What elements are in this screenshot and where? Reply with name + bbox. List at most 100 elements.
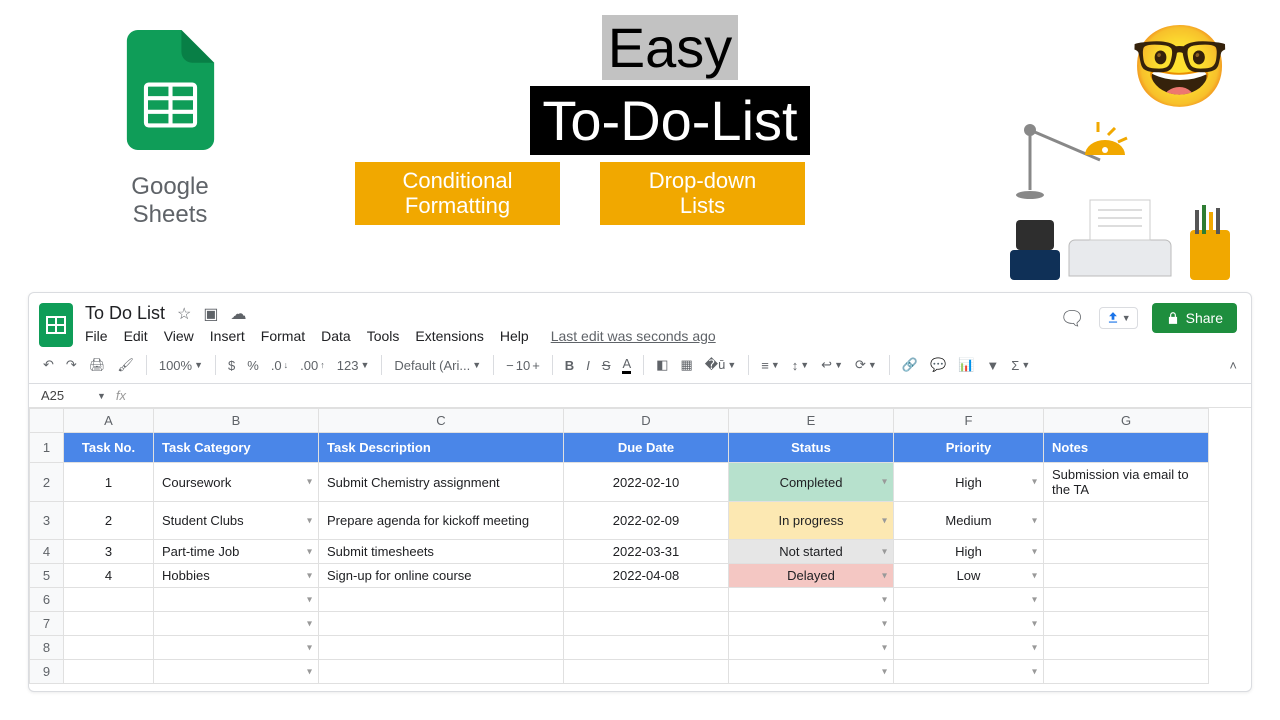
cell-empty[interactable] (319, 588, 564, 612)
decrease-decimal[interactable]: .0↓ (271, 358, 288, 373)
cell-empty[interactable] (154, 636, 319, 660)
col-header-E[interactable]: E (729, 409, 894, 433)
cell-empty[interactable] (729, 660, 894, 684)
cell-empty[interactable] (1044, 588, 1209, 612)
cell-priority[interactable]: Low (894, 564, 1044, 588)
italic-icon[interactable]: I (586, 358, 590, 373)
cell-empty[interactable] (564, 612, 729, 636)
cell-task-no[interactable]: 4 (64, 564, 154, 588)
move-to-folder-icon[interactable]: ▣ (203, 304, 218, 324)
cell-notes[interactable] (1044, 502, 1209, 540)
row-header-1[interactable]: 1 (30, 433, 64, 463)
cell-due-date[interactable]: 2022-02-09 (564, 502, 729, 540)
undo-icon[interactable]: ↶ (43, 357, 54, 373)
col-header-G[interactable]: G (1044, 409, 1209, 433)
cell-empty[interactable] (64, 660, 154, 684)
header-cell[interactable]: Task Description (319, 433, 564, 463)
cloud-status-icon[interactable]: ☁ (231, 304, 247, 324)
header-cell[interactable]: Status (729, 433, 894, 463)
header-cell[interactable]: Task No. (64, 433, 154, 463)
cell-status[interactable]: Delayed (729, 564, 894, 588)
cell-empty[interactable] (1044, 612, 1209, 636)
star-icon[interactable]: ☆ (177, 304, 191, 324)
document-title[interactable]: To Do List (85, 303, 165, 324)
font-size-select[interactable]: − 10 + (506, 358, 540, 373)
wrap-icon[interactable]: ↩▼ (821, 357, 843, 373)
format-percent[interactable]: % (247, 358, 259, 373)
increase-decimal[interactable]: .00↑ (300, 358, 325, 373)
cell-empty[interactable] (1044, 660, 1209, 684)
font-select[interactable]: Default (Ari... ▼ (394, 358, 481, 373)
menu-data[interactable]: Data (321, 328, 351, 344)
cell-notes[interactable] (1044, 540, 1209, 564)
h-align-icon[interactable]: ≡▼ (761, 358, 780, 373)
menu-view[interactable]: View (164, 328, 194, 344)
row-header-4[interactable]: 4 (30, 540, 64, 564)
cell-status[interactable]: In progress (729, 502, 894, 540)
row-header-5[interactable]: 5 (30, 564, 64, 588)
header-cell[interactable]: Due Date (564, 433, 729, 463)
rotate-icon[interactable]: ⟳▼ (855, 357, 877, 373)
cell-empty[interactable] (894, 612, 1044, 636)
cell-empty[interactable] (319, 636, 564, 660)
cell-empty[interactable] (64, 612, 154, 636)
menu-tools[interactable]: Tools (367, 328, 400, 344)
row-header-8[interactable]: 8 (30, 636, 64, 660)
cell-empty[interactable] (564, 660, 729, 684)
borders-icon[interactable]: ▦ (680, 357, 692, 373)
cell-category[interactable]: Student Clubs (154, 502, 319, 540)
number-format-select[interactable]: 123▼ (337, 358, 370, 373)
comments-icon[interactable]: 🗨 (1059, 306, 1084, 331)
cell-status[interactable]: Not started (729, 540, 894, 564)
menu-insert[interactable]: Insert (210, 328, 245, 344)
merge-cells-icon[interactable]: �ū ▼ (705, 357, 736, 373)
format-currency[interactable]: $ (228, 358, 235, 373)
row-header-6[interactable]: 6 (30, 588, 64, 612)
cell-empty[interactable] (729, 636, 894, 660)
cell-empty[interactable] (729, 588, 894, 612)
cell-empty[interactable] (1044, 636, 1209, 660)
bold-icon[interactable]: B (565, 358, 574, 373)
chart-icon[interactable]: 📊 (958, 357, 974, 373)
col-header-D[interactable]: D (564, 409, 729, 433)
cell-priority[interactable]: High (894, 540, 1044, 564)
cell-category[interactable]: Hobbies (154, 564, 319, 588)
cell-empty[interactable] (894, 588, 1044, 612)
cell-description[interactable]: Submit timesheets (319, 540, 564, 564)
present-button[interactable]: ▼ (1099, 307, 1138, 329)
comment-icon[interactable]: 💬 (930, 357, 946, 373)
menu-file[interactable]: File (85, 328, 108, 344)
cell-notes[interactable]: Submission via email to the TA (1044, 463, 1209, 502)
spreadsheet-grid[interactable]: ABCDEFG1Task No.Task CategoryTask Descri… (29, 408, 1251, 684)
menu-edit[interactable]: Edit (124, 328, 148, 344)
menu-format[interactable]: Format (261, 328, 305, 344)
row-header-2[interactable]: 2 (30, 463, 64, 502)
cell-priority[interactable]: High (894, 463, 1044, 502)
select-all-corner[interactable] (30, 409, 64, 433)
fill-color-icon[interactable]: ◧ (656, 357, 668, 373)
cell-empty[interactable] (564, 636, 729, 660)
cell-description[interactable]: Sign-up for online course (319, 564, 564, 588)
paint-format-icon[interactable]: 🖌 (117, 357, 134, 373)
cell-empty[interactable] (729, 612, 894, 636)
row-header-9[interactable]: 9 (30, 660, 64, 684)
header-cell[interactable]: Priority (894, 433, 1044, 463)
col-header-A[interactable]: A (64, 409, 154, 433)
col-header-F[interactable]: F (894, 409, 1044, 433)
name-box[interactable]: A25 (37, 386, 97, 405)
cell-description[interactable]: Submit Chemistry assignment (319, 463, 564, 502)
row-header-3[interactable]: 3 (30, 502, 64, 540)
cell-empty[interactable] (894, 660, 1044, 684)
cell-due-date[interactable]: 2022-04-08 (564, 564, 729, 588)
link-icon[interactable]: 🔗 (902, 357, 918, 373)
cell-task-no[interactable]: 2 (64, 502, 154, 540)
cell-task-no[interactable]: 3 (64, 540, 154, 564)
cell-empty[interactable] (154, 612, 319, 636)
functions-icon[interactable]: Σ▼ (1011, 358, 1030, 373)
cell-empty[interactable] (64, 636, 154, 660)
collapse-toolbar-icon[interactable]: ˄ (1229, 358, 1237, 373)
cell-task-no[interactable]: 1 (64, 463, 154, 502)
col-header-C[interactable]: C (319, 409, 564, 433)
last-edit-link[interactable]: Last edit was seconds ago (551, 328, 716, 344)
text-color-icon[interactable]: A (622, 356, 631, 374)
